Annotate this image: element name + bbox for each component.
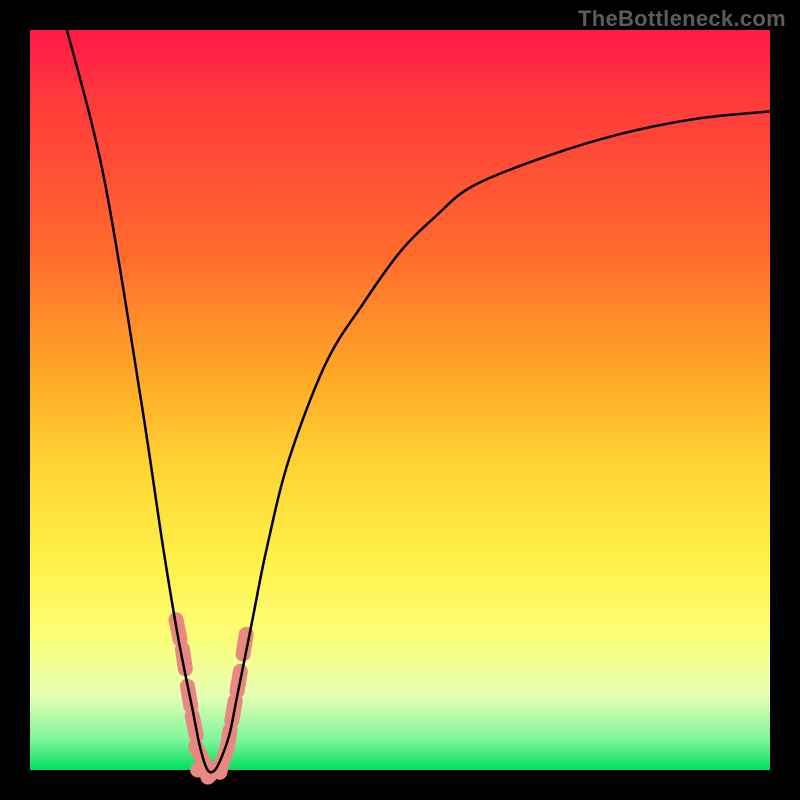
attribution-text: TheBottleneck.com (578, 6, 786, 32)
bottleneck-curve (67, 30, 770, 772)
plot-area (30, 30, 770, 770)
curve-layer (30, 30, 770, 770)
chart-frame: TheBottleneck.com (0, 0, 800, 800)
